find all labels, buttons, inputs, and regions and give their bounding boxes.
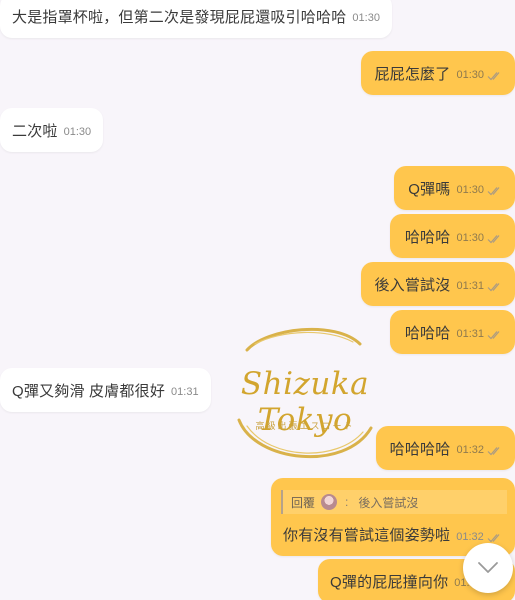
message-time: 01:31: [456, 328, 484, 340]
message-text: 哈哈哈哈: [389, 440, 451, 458]
scroll-down-button[interactable]: [463, 543, 513, 593]
double-check-icon: [487, 330, 503, 340]
message-time: 01:32: [456, 444, 484, 456]
message-text: 哈哈哈: [404, 324, 451, 342]
outgoing-message[interactable]: 屁屁怎麼了 01:30: [361, 51, 515, 95]
quoted-message[interactable]: 回覆 : 後入嘗試沒: [281, 490, 507, 514]
message-text: Q彈嗎: [408, 180, 451, 198]
message-time: 01:30: [456, 184, 484, 196]
message-time: 01:32: [456, 530, 484, 543]
message-time: 01:30: [352, 12, 380, 24]
message-time: 01:31: [456, 280, 484, 292]
outgoing-message[interactable]: 哈哈哈哈 01:32: [376, 426, 515, 470]
outgoing-message[interactable]: 哈哈哈 01:31: [390, 310, 515, 354]
chat-thread: 大是指罩杯啦，但第二次是發現屁屁還吸引哈哈哈 01:30 屁屁怎麼了 01:30…: [0, 0, 515, 600]
double-check-icon: [487, 533, 503, 543]
double-check-icon: [487, 446, 503, 456]
outgoing-message[interactable]: 後入嘗試沒 01:31: [361, 262, 515, 306]
double-check-icon: [487, 186, 503, 196]
double-check-icon: [487, 234, 503, 244]
double-check-icon: [487, 71, 503, 81]
message-text: Q彈又夠滑 皮膚都很好: [12, 382, 166, 400]
avatar: [321, 494, 338, 510]
message-text: 屁屁怎麼了: [374, 65, 451, 83]
quoted-text: 後入嘗試沒: [358, 495, 419, 510]
message-text: 後入嘗試沒: [374, 276, 451, 294]
message-time: 01:31: [171, 386, 199, 398]
message-time: 01:30: [63, 126, 92, 138]
message-time: 01:30: [456, 69, 484, 81]
incoming-message[interactable]: 二次啦 01:30: [0, 108, 104, 152]
double-check-icon: [487, 282, 503, 292]
chevron-down-icon: [477, 561, 499, 575]
outgoing-message[interactable]: 哈哈哈 01:30: [390, 214, 515, 258]
incoming-message[interactable]: 大是指罩杯啦，但第二次是發現屁屁還吸引哈哈哈 01:30: [0, 0, 392, 38]
message-text: 二次啦: [12, 122, 58, 140]
message-text: Q彈的屁屁撞向你: [330, 573, 449, 591]
incoming-message[interactable]: Q彈又夠滑 皮膚都很好 01:31: [0, 368, 211, 412]
outgoing-message[interactable]: Q彈嗎 01:30: [394, 166, 515, 210]
message-text: 你有沒有嘗試這個姿勢啦: [283, 527, 451, 544]
message-time: 01:30: [456, 232, 484, 244]
message-text: 哈哈哈: [404, 228, 451, 246]
message-text: 大是指罩杯啦，但第二次是發現屁屁還吸引哈哈哈: [12, 8, 347, 26]
reply-label: 回覆: [291, 495, 316, 510]
reply-body: 你有沒有嘗試這個姿勢啦 01:32: [283, 524, 503, 545]
reply-separator: :: [345, 495, 349, 509]
